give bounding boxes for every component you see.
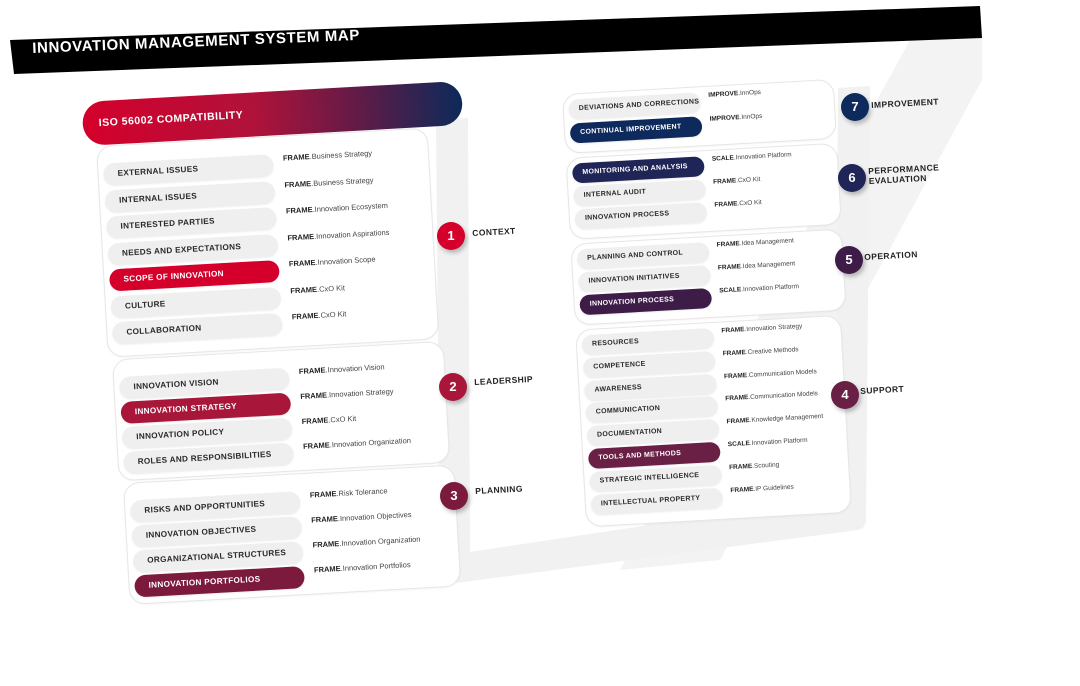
tool-brand: FRAME — [298, 365, 326, 377]
tool-brand: FRAME — [290, 284, 318, 295]
step-6-label: PERFORMANCE EVALUATION — [868, 162, 940, 186]
item-label: DOCUMENTATION — [596, 428, 663, 439]
item-label: COMMUNICATION — [595, 405, 661, 416]
tool-brand: FRAME — [284, 178, 312, 190]
step-4-badge[interactable]: 4 — [831, 381, 859, 409]
tool-name: .Scouting — [751, 461, 780, 470]
tool-brand: FRAME — [723, 371, 748, 380]
item-label: INNOVATION PROCESS — [589, 296, 675, 308]
item-label: NEEDS AND EXPECTATIONS — [121, 241, 242, 258]
item-label: INTERNAL AUDIT — [583, 188, 647, 199]
item-label: RESOURCES — [591, 338, 640, 348]
tool-brand: FRAME — [282, 152, 310, 163]
item-label: CONTINUAL IMPROVEMENT — [579, 123, 682, 137]
tool-brand: FRAME — [712, 177, 737, 186]
item-label: ROLES AND RESPONSIBILITIES — [137, 449, 272, 467]
item-label: EXTERNAL ISSUES — [117, 164, 199, 178]
tool-brand: FRAME — [730, 485, 754, 494]
item-label: INNOVATION POLICY — [136, 427, 225, 442]
tool-brand: FRAME — [728, 462, 753, 472]
tool-brand: FRAME — [717, 263, 742, 272]
item-label: DEVIATIONS AND CORRECTIONS — [578, 98, 700, 113]
item-label: SCOPE OF INNOVATION — [123, 269, 225, 284]
item-label: INTELLECTUAL PROPERTY — [600, 494, 701, 508]
tool-brand: FRAME — [714, 200, 738, 209]
item-label: INNOVATION INITIATIVES — [588, 272, 680, 285]
step-3-badge[interactable]: 3 — [440, 482, 468, 510]
item-label: TOOLS AND METHODS — [598, 449, 682, 462]
iso-header-label: ISO 56002 COMPATIBILITY — [98, 109, 244, 130]
tool-brand: FRAME — [722, 348, 747, 358]
tool-name: .CxO Kit — [737, 199, 762, 208]
item-label: ORGANIZATIONAL STRUCTURES — [146, 548, 287, 565]
page-title: INNOVATION MANAGEMENT SYSTEM MAP — [32, 26, 361, 57]
item-label: AWARENESS — [594, 383, 643, 394]
tool-brand: FRAME — [312, 539, 340, 550]
item-label: INTERESTED PARTIES — [120, 216, 216, 231]
tool-brand: FRAME — [725, 394, 749, 403]
item-label: COMPETENCE — [593, 360, 646, 371]
step-2-label: LEADERSHIP — [474, 373, 534, 387]
step-5-label: OPERATION — [864, 249, 918, 262]
step-6-badge[interactable]: 6 — [838, 164, 866, 192]
item-label: INTERNAL ISSUES — [118, 190, 198, 205]
tool-name: .CxO Kit — [316, 282, 346, 294]
tool-brand: SCALE — [711, 154, 735, 163]
item-label: PLANNING AND CONTROL — [587, 249, 684, 262]
item-label: INNOVATION PROCESS — [584, 210, 670, 222]
tool-brand: FRAME — [301, 415, 329, 426]
item-label: COLLABORATION — [126, 323, 202, 337]
tool-brand: FRAME — [309, 489, 337, 500]
tool-brand: FRAME — [291, 310, 319, 322]
tool-name: .InnOps — [739, 112, 763, 122]
item-label: INNOVATION PORTFOLIOS — [148, 574, 261, 590]
item-label: RISKS AND OPPORTUNITIES — [144, 499, 266, 515]
item-label: INNOVATION OBJECTIVES — [145, 524, 257, 540]
tool-name: .CxO Kit — [328, 413, 357, 425]
step-1-label: CONTEXT — [472, 225, 516, 238]
step-7-badge[interactable]: 7 — [841, 93, 869, 121]
tool-brand: FRAME — [285, 205, 313, 216]
step-4-label: SUPPORT — [860, 383, 905, 396]
tool-brand: FRAME — [313, 564, 341, 575]
tool-brand: SCALE — [727, 440, 751, 449]
tool-name: .CxO Kit — [318, 309, 347, 320]
tool-brand: FRAME — [300, 390, 328, 401]
step-5-badge[interactable]: 5 — [835, 246, 863, 274]
tool-brand: FRAME — [716, 240, 740, 249]
tool-brand: FRAME — [310, 514, 339, 525]
tool-name: .CxO Kit — [736, 176, 761, 185]
tool-brand: FRAME — [721, 326, 745, 335]
step-6-label-line2: EVALUATION — [868, 172, 927, 186]
step-3-label: PLANNING — [475, 483, 524, 496]
step-7-label: IMPROVEMENT — [871, 96, 940, 110]
item-label: INNOVATION VISION — [133, 377, 219, 392]
step-1-badge[interactable]: 1 — [437, 222, 465, 250]
item-label: MONITORING AND ANALYSIS — [582, 163, 689, 176]
system-map: INNOVATION MANAGEMENT SYSTEM MAP ISO 560… — [0, 0, 1080, 686]
tool-brand: FRAME — [302, 440, 330, 451]
tool-brand: FRAME — [288, 257, 316, 269]
item-label: INNOVATION STRATEGY — [134, 401, 238, 417]
item-label: STRATEGIC INTELLIGENCE — [599, 471, 700, 485]
step-2-badge[interactable]: 2 — [439, 373, 467, 401]
tool-brand: SCALE — [719, 286, 742, 295]
tool-brand: FRAME — [287, 231, 315, 242]
tool-name: .InnOps — [738, 88, 762, 98]
item-label: CULTURE — [124, 298, 166, 311]
tool-brand: FRAME — [726, 417, 750, 426]
